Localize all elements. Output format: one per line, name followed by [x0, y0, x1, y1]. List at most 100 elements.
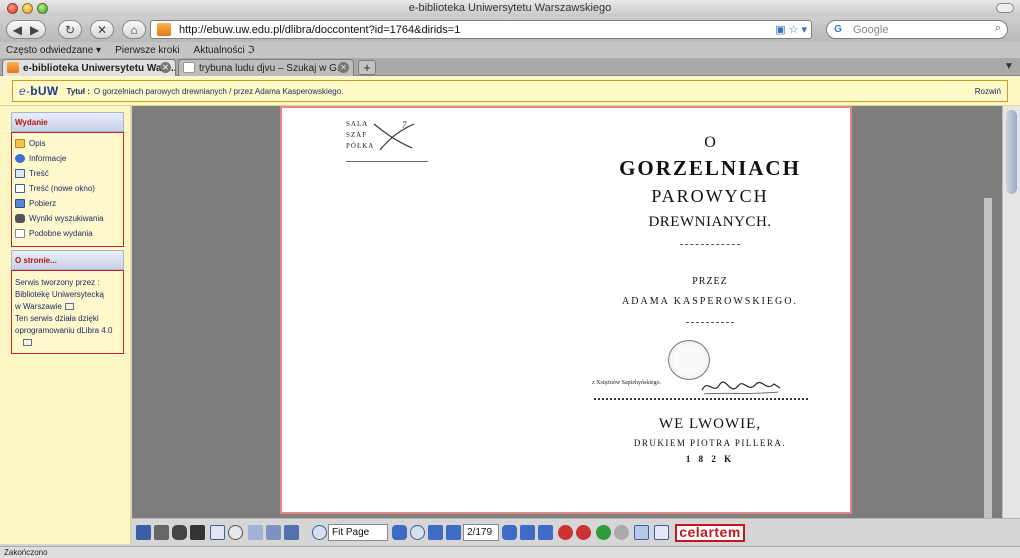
- address-bar-url[interactable]: http://ebuw.uw.edu.pl/dlibra/doccontent?…: [179, 24, 460, 36]
- pan-hand-icon[interactable]: [190, 525, 205, 540]
- ebuw-logo[interactable]: e-bUW: [19, 84, 59, 98]
- next-page-icon[interactable]: [520, 525, 535, 540]
- options-icon[interactable]: [634, 525, 649, 540]
- save-icon[interactable]: [136, 525, 151, 540]
- bookmark-star-icon[interactable]: ☆: [789, 23, 799, 36]
- back-arrow-icon[interactable]: ◀: [13, 23, 22, 37]
- last-page-icon[interactable]: [538, 525, 553, 540]
- single-page-icon[interactable]: [248, 525, 263, 540]
- new-window-icon: [15, 184, 25, 193]
- zoom-select[interactable]: Fit Page: [328, 524, 388, 541]
- home-button[interactable]: ⌂: [122, 20, 146, 39]
- google-search-engine-icon[interactable]: G: [831, 23, 845, 36]
- zoom-spinner-icon[interactable]: [392, 525, 407, 540]
- print-icon[interactable]: [154, 525, 169, 540]
- close-window-button[interactable]: [7, 3, 18, 14]
- book-icon: [15, 169, 25, 178]
- page-spinner-icon[interactable]: [502, 525, 517, 540]
- handwritten-signature: [701, 381, 781, 395]
- viewer-toolbar: Fit Page 2/179 celartem: [132, 518, 1020, 546]
- text-select-icon[interactable]: [210, 525, 225, 540]
- document-icon: [15, 229, 25, 238]
- external-link-icon[interactable]: [23, 339, 32, 347]
- title-line-printer: DRUKIEM PIOTRA PILLERA.: [633, 438, 787, 448]
- reload-button[interactable]: ↻: [58, 20, 82, 39]
- tab-close-icon[interactable]: ✕: [160, 62, 171, 73]
- rotate-left-icon[interactable]: [558, 525, 573, 540]
- search-input[interactable]: G Google ⌕: [826, 20, 1008, 39]
- expand-link[interactable]: Rozwiń: [975, 87, 1001, 96]
- bookmark-latest-headlines[interactable]: Aktualności ℑ: [194, 45, 255, 56]
- info-icon: [15, 154, 25, 163]
- about-library-link-2[interactable]: w Warszawie: [15, 301, 120, 313]
- menu-item-description[interactable]: Opis: [15, 136, 120, 151]
- document-viewer[interactable]: SALA SZAF PÓŁKA 7 O GORZELNIACH PAROWYCH…: [132, 106, 1002, 518]
- tab-bar: e-biblioteka Uniwersytetu Wars... ✕ tryb…: [0, 58, 1020, 76]
- tab-google-search[interactable]: trybuna ludu djvu – Szukaj w G... ✕: [178, 59, 354, 76]
- left-sidebar: Wydanie Opis Informacje Treść Treść (now…: [0, 106, 131, 544]
- celartem-logo[interactable]: celartem: [675, 524, 745, 542]
- google-favicon-icon: [183, 62, 195, 73]
- history-dropdown-icon[interactable]: ▾: [801, 23, 807, 36]
- stop-button[interactable]: ✕: [90, 20, 114, 39]
- edition-panel: Opis Informacje Treść Treść (nowe okno) …: [11, 132, 124, 247]
- zoom-out-icon[interactable]: [410, 525, 425, 540]
- menu-item-information[interactable]: Informacje: [15, 151, 120, 166]
- menu-item-download[interactable]: Pobierz: [15, 196, 120, 211]
- binoculars-icon: [15, 214, 25, 223]
- help-icon[interactable]: [654, 525, 669, 540]
- stop-icon[interactable]: [614, 525, 629, 540]
- back-forward-buttons[interactable]: ◀ ▶: [6, 20, 46, 39]
- bookmarks-toolbar: Często odwiedzane ▾ Pierwsze kroki Aktua…: [0, 42, 1020, 58]
- menu-item-similar-editions[interactable]: Podobne wydania: [15, 226, 120, 241]
- search-placeholder: Google: [853, 23, 889, 36]
- bookmark-most-visited[interactable]: Często odwiedzane ▾: [6, 45, 101, 56]
- document-title: O gorzelniach parowych drewnianych / prz…: [93, 86, 344, 96]
- new-tab-button[interactable]: +: [358, 60, 376, 75]
- about-created-by: Serwis tworzony przez :: [15, 278, 100, 287]
- about-library-link[interactable]: Bibliotekę Uniwersytecką: [15, 289, 120, 301]
- zoom-in-icon[interactable]: [312, 525, 327, 540]
- thumbnails-icon[interactable]: [284, 525, 299, 540]
- menu-item-search-results[interactable]: Wyniki wyszukiwania: [15, 211, 120, 226]
- previous-page-icon[interactable]: [446, 525, 461, 540]
- menu-item-content[interactable]: Treść: [15, 166, 120, 181]
- first-page-icon[interactable]: [428, 525, 443, 540]
- rss-feed-icon[interactable]: ▣: [775, 23, 785, 36]
- library-seal: [668, 340, 710, 380]
- scrollbar-thumb[interactable]: [1006, 110, 1017, 194]
- tab-close-icon[interactable]: ✕: [338, 62, 349, 73]
- search-magnifier-icon[interactable]: ⌕: [995, 22, 1001, 35]
- status-bar: Zakończono: [0, 546, 1020, 558]
- go-forward-icon[interactable]: [596, 525, 611, 540]
- decorative-rule: [680, 244, 740, 246]
- continuous-page-icon[interactable]: [266, 525, 281, 540]
- tab-label: trybuna ludu djvu – Szukaj w G...: [199, 62, 346, 74]
- page-number-field[interactable]: 2/179: [463, 524, 499, 541]
- home-icon: ⌂: [130, 22, 138, 37]
- about-panel-heading: O stronie...: [11, 250, 124, 270]
- rotate-right-icon[interactable]: [576, 525, 591, 540]
- title-line-author: ADAMA KASPEROWSKIEGO.: [622, 296, 798, 307]
- zoom-window-button[interactable]: [37, 3, 48, 14]
- list-all-tabs-icon[interactable]: ▼: [1002, 61, 1016, 73]
- toolbar-toggle-button[interactable]: [996, 3, 1014, 13]
- tab-ebuw[interactable]: e-biblioteka Uniwersytetu Wars... ✕: [2, 59, 176, 76]
- pencil-scribble: [373, 123, 415, 151]
- bookmark-getting-started[interactable]: Pierwsze kroki: [115, 45, 179, 56]
- about-powered-by: Ten serwis działa dzięki: [15, 314, 99, 323]
- document-header: e-bUW Tytuł : O gorzelniach parowych dre…: [0, 76, 1020, 106]
- forward-arrow-icon[interactable]: ▶: [30, 23, 39, 37]
- vertical-scrollbar[interactable]: [1002, 106, 1020, 518]
- window-titlebar: e-biblioteka Uniwersytetu Warszawskiego: [0, 0, 1020, 16]
- minimize-window-button[interactable]: [22, 3, 33, 14]
- menu-item-content-new-window[interactable]: Treść (nowe okno): [15, 181, 120, 196]
- address-bar[interactable]: http://ebuw.uw.edu.pl/dlibra/doccontent?…: [150, 20, 812, 39]
- tab-label: e-biblioteka Uniwersytetu Wars...: [23, 62, 176, 74]
- scanned-page: SALA SZAF PÓŁKA 7 O GORZELNIACH PAROWYCH…: [280, 106, 852, 514]
- page-shadow: [984, 198, 992, 518]
- zoom-select-icon[interactable]: [228, 525, 243, 540]
- about-dlibra-link[interactable]: oprogramowaniu dLibra 4.0: [15, 325, 120, 337]
- find-icon[interactable]: [172, 525, 187, 540]
- external-link-icon: [64, 303, 74, 311]
